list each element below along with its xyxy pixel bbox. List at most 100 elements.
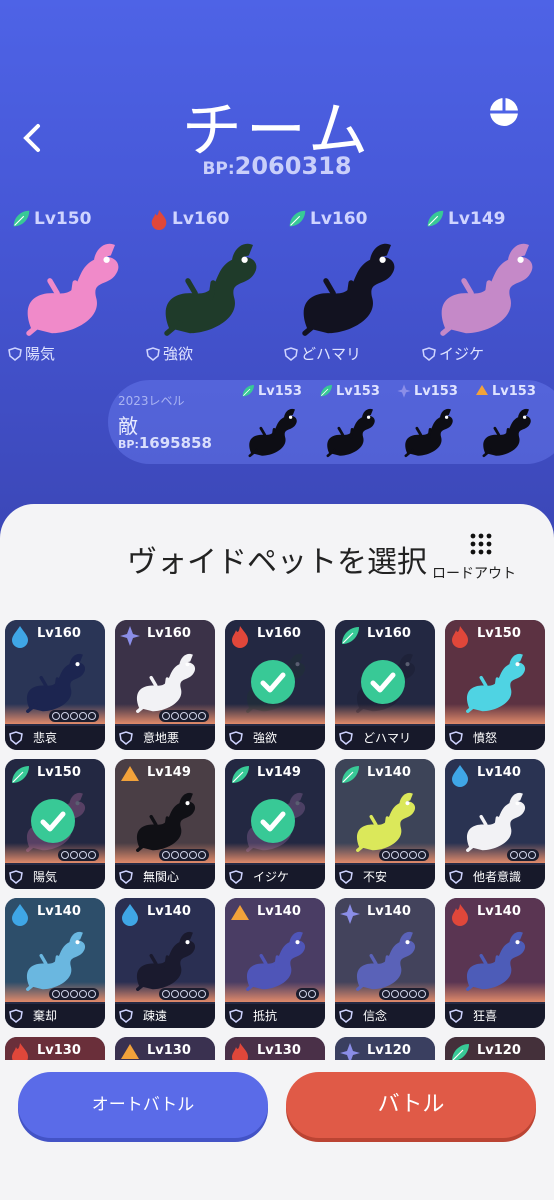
pet-card[interactable]: Lv140 疎遠 [115,898,215,1028]
pet-level: Lv140 [257,904,301,919]
pet-name: 意地悪 [143,731,180,745]
pet-card[interactable]: Lv160 悲哀 [5,620,105,750]
team-pet-art [286,227,412,345]
pet-name: イジケ [253,870,290,884]
pet-art [15,644,97,718]
leaf-element-icon [240,382,256,400]
enemy-bp: BP:1695858 [118,434,212,452]
pet-card[interactable]: Lv120 [445,1037,545,1060]
team-stats-icon[interactable] [486,94,522,130]
enemy-pet-art [318,400,384,462]
pet-card[interactable]: Lv160 強欲 [225,620,325,750]
enemy-pet: Lv153 [392,380,468,464]
pet-level: Lv140 [477,765,521,780]
pet-level: Lv149 [257,765,301,780]
battle-button[interactable]: バトル [286,1072,536,1138]
trait-icon [146,347,160,361]
pet-card[interactable]: Lv130 [5,1037,105,1060]
star-rating [49,710,99,722]
trait-icon [284,347,298,361]
pet-name: 悲哀 [33,731,58,745]
pet-art [455,644,537,718]
selected-check-icon [251,660,295,704]
enemy-pet-art [474,400,540,462]
star-element-icon [338,1040,362,1060]
enemy-pet-level: Lv153 [336,384,380,399]
grid-dots-icon[interactable] [469,532,493,556]
team-bp: BP:2060318 [202,152,352,180]
trait-icon [119,1008,135,1024]
fire-element-icon [448,901,472,927]
star-rating [507,849,539,861]
pet-card[interactable]: Lv130 [115,1037,215,1060]
team-lineup: Lv150 陽気 Lv160 強欲 Lv160 どハマリ Lv149 イジケ [0,205,554,365]
pet-card[interactable]: Lv150 憤怒 [445,620,545,750]
trait-icon [119,869,135,885]
selected-check-icon [251,799,295,843]
trait-icon [449,1008,465,1024]
pet-grid: Lv160 悲哀 Lv160 意地悪 Lv160 強欲 Lv160 どハマリ L… [5,620,554,1060]
pet-level: Lv160 [147,626,191,641]
pet-level: Lv140 [147,904,191,919]
team-pet-trait: 陽気 [8,343,55,364]
pet-card[interactable]: Lv140 棄却 [5,898,105,1028]
team-pet-art [424,227,550,345]
pet-card[interactable]: Lv140 不安 [335,759,435,889]
trait-icon [339,730,355,746]
team-pet-trait: 強欲 [146,343,193,364]
pet-level: Lv160 [257,626,301,641]
pet-card[interactable]: Lv140 信念 [335,898,435,1028]
pet-level: Lv160 [367,626,411,641]
pet-card[interactable]: Lv130 [225,1037,325,1060]
star-element-icon [338,901,362,927]
selected-check-icon [361,660,405,704]
pet-art [455,922,537,996]
pet-name: 無関心 [143,870,180,884]
star-rating [159,849,209,861]
pet-level: Lv130 [37,1043,81,1058]
pet-level: Lv140 [367,765,411,780]
star-rating [49,988,99,1000]
team-pet-trait: どハマリ [284,343,361,364]
team-pet[interactable]: Lv149 イジケ [420,205,550,365]
team-pet[interactable]: Lv150 陽気 [6,205,136,365]
fire-element-icon [448,623,472,649]
trait-icon [9,1008,25,1024]
auto-battle-button[interactable]: オートバトル [18,1072,268,1138]
pet-card[interactable]: Lv149 イジケ [225,759,325,889]
team-pet[interactable]: Lv160 どハマリ [282,205,412,365]
pet-card[interactable]: Lv120 [335,1037,435,1060]
star-rating [159,710,209,722]
trait-icon [449,730,465,746]
earth-element-icon [118,762,142,788]
pet-art [235,922,317,996]
star-rating [296,988,319,1000]
pet-name: 他者意識 [473,870,522,884]
team-pet-level: Lv150 [34,209,92,229]
enemy-panel: 2023レベル 敵 BP:1695858 Lv153 Lv153 Lv153 L… [108,380,554,464]
enemy-pet-level: Lv153 [492,384,536,399]
pet-card[interactable]: Lv160 どハマリ [335,620,435,750]
team-pet-level: Lv149 [448,209,506,229]
water-element-icon [118,901,142,927]
pet-card[interactable]: Lv150 陽気 [5,759,105,889]
water-element-icon [448,762,472,788]
water-element-icon [8,623,32,649]
enemy-pet-art [396,400,462,462]
leaf-element-icon [318,382,334,400]
trait-icon [229,730,245,746]
team-pet[interactable]: Lv160 強欲 [144,205,274,365]
pet-level: Lv140 [477,904,521,919]
pet-art [125,783,207,857]
pet-card[interactable]: Lv140 狂喜 [445,898,545,1028]
fire-element-icon [8,1040,32,1060]
pet-level: Lv120 [367,1043,411,1058]
pet-level: Lv140 [37,904,81,919]
loadout-button[interactable]: ロードアウト [432,563,516,583]
pet-card[interactable]: Lv140 他者意識 [445,759,545,889]
pet-card[interactable]: Lv149 無関心 [115,759,215,889]
pet-name: 陽気 [33,870,58,884]
star-rating [379,849,429,861]
pet-card[interactable]: Lv160 意地悪 [115,620,215,750]
pet-card[interactable]: Lv140 抵抗 [225,898,325,1028]
